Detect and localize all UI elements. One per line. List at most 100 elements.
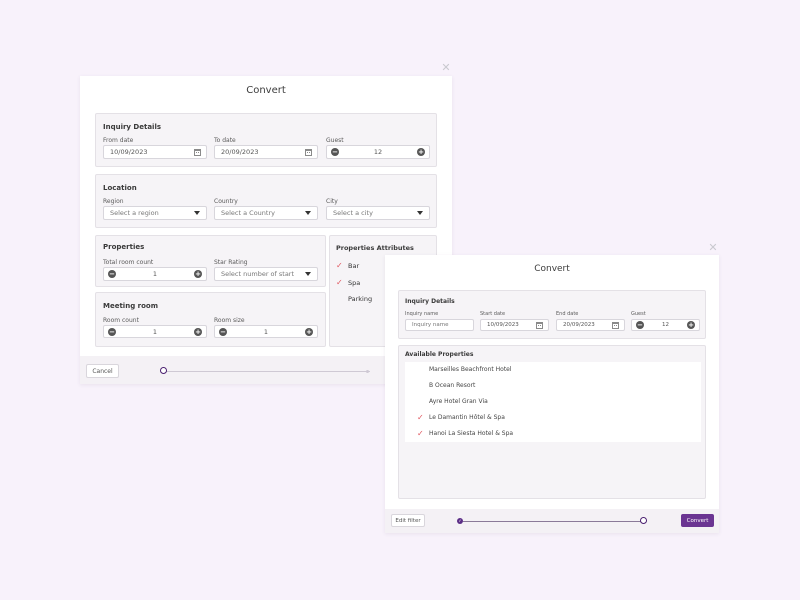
section-title: Properties	[103, 243, 145, 251]
calendar-icon[interactable]	[536, 321, 543, 329]
room-size-label: Room size	[214, 317, 245, 324]
star-rating-select[interactable]: Select number of start	[214, 267, 318, 281]
start-date-value: 10/09/2023	[487, 322, 519, 328]
start-date-label: Start date	[480, 311, 506, 317]
dialog-title: Convert	[534, 264, 570, 274]
section-title: Properties Attributes	[336, 244, 414, 252]
room-count-value: 1	[152, 270, 158, 278]
country-label: Country	[214, 198, 238, 205]
calendar-icon[interactable]	[194, 148, 201, 156]
inquiry-name-input[interactable]: Inquiry name	[405, 319, 474, 331]
property-name: Le Damantin Hôtel & Spa	[429, 414, 505, 421]
check-icon: ✓	[417, 429, 424, 438]
attribute-item-spa[interactable]: ✓ Spa	[336, 278, 360, 287]
to-date-field[interactable]: 20/09/2023	[214, 145, 318, 159]
plus-icon[interactable]: +	[305, 327, 313, 336]
calendar-icon[interactable]	[305, 148, 312, 156]
start-date-field[interactable]: 10/09/2023	[480, 319, 549, 331]
chevron-down-icon	[194, 211, 200, 215]
inquiry-details-section: Inquiry Details Inquiry name Inquiry nam…	[398, 290, 706, 339]
inquiry-name-label: Inquiry name	[405, 311, 439, 317]
room-size-value: 1	[263, 327, 269, 336]
inquiry-name-placeholder: Inquiry name	[412, 322, 449, 328]
guest-stepper[interactable]: − 12 +	[326, 145, 430, 159]
attribute-label: Spa	[348, 278, 361, 287]
minus-icon[interactable]: −	[636, 321, 644, 329]
room-count-label: Total room count	[103, 259, 154, 266]
convert-button[interactable]: Convert	[681, 514, 714, 527]
check-icon: ✓	[336, 278, 343, 287]
minus-icon[interactable]: −	[331, 148, 339, 156]
from-date-value: 10/09/2023	[110, 148, 148, 156]
city-label: City	[326, 198, 338, 205]
region-label: Region	[103, 198, 124, 205]
guest-value: 12	[373, 148, 383, 156]
meeting-room-count-value: 1	[152, 327, 158, 336]
edit-filter-button[interactable]: Edit filter	[391, 514, 425, 527]
country-select[interactable]: Select a Country	[214, 206, 318, 220]
guest-label: Guest	[631, 311, 646, 317]
list-item[interactable]: Marseilles Beachfront Hotel	[405, 362, 701, 377]
meeting-room-count-label: Room count	[103, 317, 139, 324]
list-item[interactable]: Ayre Hotel Gran Via	[405, 394, 701, 409]
section-title: Available Properties	[405, 351, 474, 358]
end-date-label: End date	[556, 311, 579, 317]
chevron-down-icon	[417, 211, 423, 215]
star-rating-placeholder: Select number of start	[221, 270, 295, 278]
end-date-value: 20/09/2023	[563, 322, 595, 328]
convert-dialog-properties: Convert Inquiry Details Inquiry name Inq…	[385, 255, 719, 533]
minus-icon[interactable]: −	[108, 327, 116, 336]
dialog-footer: Edit filter ✓ Convert	[385, 509, 719, 533]
section-title: Inquiry Details	[405, 298, 455, 305]
to-date-value: 20/09/2023	[221, 148, 259, 156]
close-icon[interactable]: ✕	[708, 242, 718, 253]
property-name: Marseilles Beachfront Hotel	[429, 366, 512, 373]
section-title: Inquiry Details	[103, 123, 162, 131]
section-title: Meeting room	[103, 302, 159, 310]
from-date-field[interactable]: 10/09/2023	[103, 145, 207, 159]
guest-value: 12	[662, 322, 669, 328]
end-date-field[interactable]: 20/09/2023	[556, 319, 625, 331]
city-select[interactable]: Select a city	[326, 206, 430, 220]
step-indicator-current	[160, 367, 167, 374]
minus-icon[interactable]: −	[219, 327, 227, 336]
country-placeholder: Select a Country	[221, 209, 275, 217]
list-item[interactable]: ✓ Le Damantin Hôtel & Spa	[405, 410, 701, 425]
plus-icon[interactable]: +	[194, 270, 202, 278]
step-indicator-current	[640, 517, 647, 524]
property-list: Marseilles Beachfront Hotel B Ocean Reso…	[405, 362, 701, 442]
close-icon[interactable]: ✕	[441, 62, 451, 73]
list-item[interactable]: ✓ Hanoi La Siesta Hotel & Spa	[405, 426, 701, 441]
plus-icon[interactable]: +	[194, 327, 202, 336]
to-date-label: To date	[214, 137, 236, 144]
cancel-button[interactable]: Cancel	[86, 364, 119, 378]
star-rating-label: Star Rating	[214, 259, 248, 266]
chevron-down-icon	[305, 272, 311, 276]
guest-label: Guest	[326, 137, 344, 144]
calendar-icon[interactable]	[612, 321, 619, 329]
room-count-stepper[interactable]: − 1 +	[103, 267, 207, 281]
minus-icon[interactable]: −	[108, 270, 116, 278]
property-name: B Ocean Resort	[429, 382, 476, 389]
property-name: Ayre Hotel Gran Via	[429, 398, 488, 405]
region-select[interactable]: Select a region	[103, 206, 207, 220]
plus-icon[interactable]: +	[417, 148, 425, 156]
section-title: Location	[103, 184, 137, 192]
properties-section: Properties Total room count − 1 + Star R…	[95, 235, 326, 287]
location-section: Location Region Select a region Country …	[95, 174, 437, 228]
check-icon: ✓	[336, 261, 343, 270]
attribute-label: Bar	[348, 261, 360, 270]
attribute-item-parking[interactable]: Parking	[336, 295, 372, 303]
room-size-stepper[interactable]: − 1 +	[214, 325, 318, 338]
region-placeholder: Select a region	[110, 209, 159, 217]
dialog-title: Convert	[246, 85, 286, 96]
guest-stepper[interactable]: − 12 +	[631, 319, 700, 331]
plus-icon[interactable]: +	[687, 321, 695, 329]
attribute-label: Parking	[348, 295, 373, 303]
attribute-item-bar[interactable]: ✓ Bar	[336, 261, 359, 270]
meeting-room-count-stepper[interactable]: − 1 +	[103, 325, 207, 338]
meeting-room-section: Meeting room Room count − 1 + Room size …	[95, 292, 326, 347]
inquiry-details-section: Inquiry Details From date 10/09/2023 To …	[95, 113, 437, 167]
progress-track	[165, 371, 370, 372]
list-item[interactable]: B Ocean Resort	[405, 378, 701, 393]
